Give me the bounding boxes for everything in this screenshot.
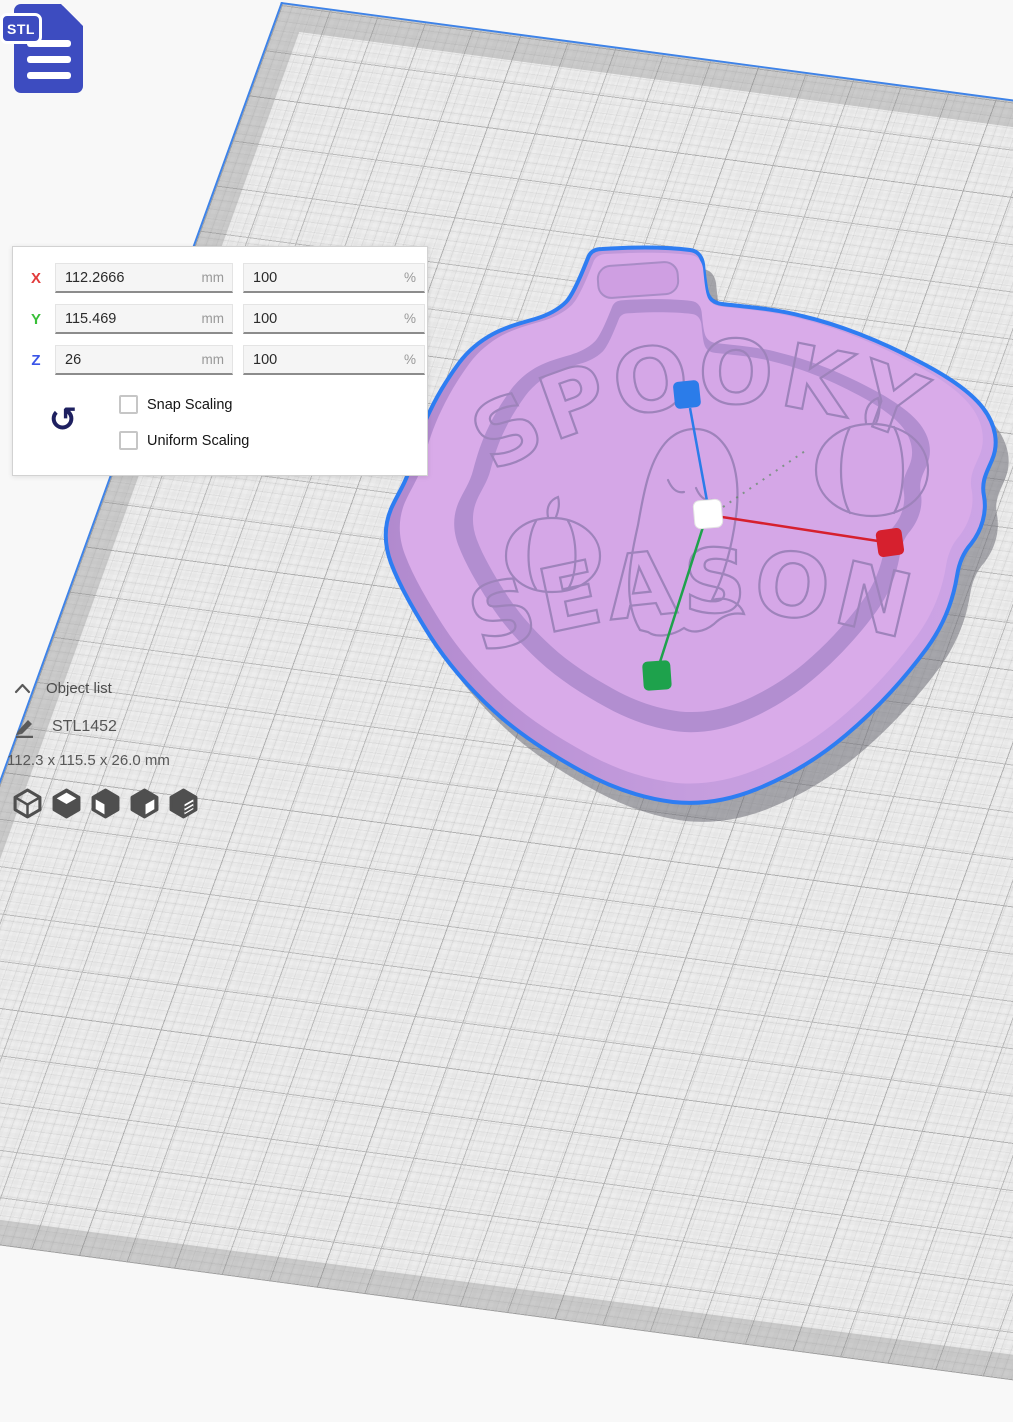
scale-row-z: Z mm % — [27, 345, 425, 375]
view-left-icon[interactable] — [129, 788, 160, 819]
view-right-icon[interactable] — [168, 788, 199, 819]
axis-y-label: Y — [30, 310, 41, 328]
scale-z-mm-input[interactable] — [56, 351, 202, 368]
object-name-row[interactable]: STL1452 — [14, 716, 117, 738]
scale-row-x: X mm % — [27, 263, 425, 293]
scale-z-percent-input[interactable] — [244, 351, 404, 368]
view-top-icon[interactable] — [90, 788, 121, 819]
scale-handle-center[interactable] — [692, 498, 724, 530]
scale-z-mm-unit: mm — [201, 352, 225, 367]
scale-y-mm-input[interactable] — [56, 310, 202, 327]
object-list-label: Object list — [46, 680, 112, 697]
scale-handle-z[interactable] — [673, 380, 702, 410]
snap-scaling-checkbox[interactable] — [119, 395, 138, 414]
stl-badge-label: STL — [0, 13, 42, 44]
view-3d-icon[interactable] — [12, 788, 43, 819]
object-name-label: STL1452 — [52, 718, 117, 735]
scale-handle-x[interactable] — [875, 527, 905, 558]
scale-x-percent-unit: % — [403, 270, 416, 285]
scale-row-y: Y mm % — [27, 304, 425, 334]
object-list-toggle[interactable]: Object list — [14, 680, 112, 697]
view-orientation-toolbar — [12, 788, 199, 819]
axis-z-label: Z — [31, 351, 41, 369]
scale-x-percent-input[interactable] — [244, 269, 404, 286]
scale-z-percent-unit: % — [403, 352, 416, 367]
scale-handle-y[interactable] — [642, 660, 672, 691]
model-dimensions-label: 112.3 x 115.5 x 26.0 mm — [7, 752, 170, 769]
scale-y-percent-input[interactable] — [244, 310, 404, 327]
axis-x-label: X — [30, 269, 41, 287]
stl-file-icon[interactable]: STL — [0, 0, 96, 104]
scale-x-mm-unit: mm — [201, 270, 225, 285]
scale-tool-panel: X mm % Y mm % Z mm % ↺ — [12, 246, 428, 476]
chevron-up-icon — [14, 683, 31, 694]
hanger-tab-slot — [596, 261, 680, 299]
scale-x-mm-input[interactable] — [56, 269, 202, 286]
uniform-scaling-label: Uniform Scaling — [147, 432, 250, 449]
view-front-icon[interactable] — [51, 788, 82, 819]
uniform-scaling-checkbox[interactable] — [119, 431, 138, 450]
pencil-icon — [16, 720, 33, 738]
model-3d-view: SPOOKY SEASON — [383, 245, 1009, 822]
reset-scale-icon[interactable]: ↺ — [33, 403, 93, 450]
snap-scaling-label: Snap Scaling — [147, 396, 233, 413]
scale-y-mm-unit: mm — [201, 311, 225, 326]
scale-y-percent-unit: % — [403, 311, 416, 326]
